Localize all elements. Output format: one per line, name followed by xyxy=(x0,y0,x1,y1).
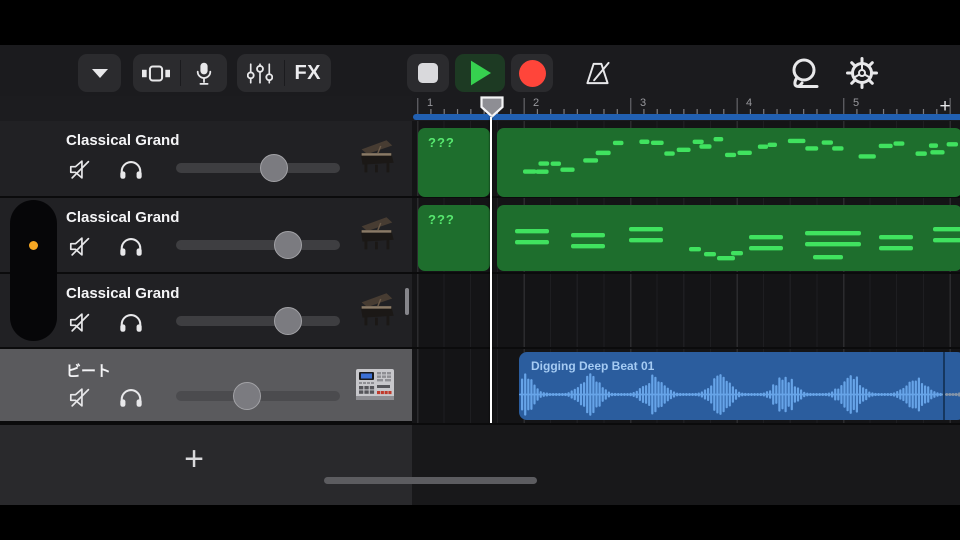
timeline-footer xyxy=(412,423,960,505)
add-track-button[interactable]: + xyxy=(176,440,212,478)
audio-waveform xyxy=(519,373,960,416)
mixer-fx-group: FX xyxy=(237,54,331,92)
level-indicator-dot xyxy=(29,241,38,250)
song-sections-button[interactable] xyxy=(78,54,121,92)
track-name: Classical Grand xyxy=(66,285,180,302)
track-controls-button[interactable] xyxy=(237,54,284,92)
record-button[interactable] xyxy=(511,54,553,92)
fx-button[interactable]: FX xyxy=(284,54,331,92)
mute-button[interactable] xyxy=(66,232,96,260)
view-mode-group xyxy=(133,54,227,92)
metronome-button[interactable] xyxy=(575,54,619,92)
region-loop-joint xyxy=(943,352,945,420)
ruler-bar-number: 3 xyxy=(640,97,647,109)
horizontal-scrollbar[interactable] xyxy=(324,477,537,484)
mute-button[interactable] xyxy=(66,383,96,411)
solo-button[interactable] xyxy=(116,308,146,336)
midi-region-chords[interactable] xyxy=(497,205,960,271)
midi-region-take[interactable]: ??? xyxy=(418,128,490,197)
track-name: Classical Grand xyxy=(66,132,180,149)
chevron-down-icon xyxy=(91,68,108,78)
volume-slider[interactable] xyxy=(176,154,340,182)
volume-slider[interactable] xyxy=(176,231,340,259)
headphones-icon xyxy=(120,388,142,407)
playhead-marker[interactable] xyxy=(480,96,504,118)
play-icon xyxy=(470,60,491,86)
mixer-sliders-icon xyxy=(247,62,274,84)
mute-speaker-icon xyxy=(69,312,90,332)
record-icon xyxy=(518,59,546,87)
region-label: ??? xyxy=(428,212,455,227)
headphones-icon xyxy=(120,313,142,332)
metronome-icon xyxy=(585,61,610,84)
mute-button[interactable] xyxy=(66,308,96,336)
vertical-scrollbar[interactable] xyxy=(405,288,409,315)
track-header-3[interactable]: Classical Grand xyxy=(0,274,412,349)
loop-browser-button[interactable] xyxy=(781,54,825,92)
headphones-icon xyxy=(120,160,142,179)
volume-slider[interactable] xyxy=(176,307,340,335)
row-separator xyxy=(412,347,960,349)
play-button[interactable] xyxy=(455,54,505,92)
midi-notes xyxy=(523,137,959,174)
tracks-view-icon xyxy=(142,64,171,82)
ruler-bar-number: 2 xyxy=(533,97,540,109)
track-drag-handle[interactable] xyxy=(10,200,57,341)
grand-piano-icon[interactable] xyxy=(352,286,398,334)
volume-knob[interactable] xyxy=(232,382,261,410)
microphone-icon xyxy=(196,62,211,85)
audio-region-digging-deep-beat[interactable]: Digging Deep Beat 01 xyxy=(519,352,960,420)
solo-button[interactable] xyxy=(116,232,146,260)
midi-region-melody[interactable] xyxy=(497,128,960,197)
ruler-bar-number: 1 xyxy=(427,97,434,109)
mute-speaker-icon xyxy=(69,236,90,256)
headphones-icon xyxy=(120,237,142,256)
volume-knob[interactable] xyxy=(260,154,289,182)
fx-label: FX xyxy=(294,61,322,84)
midi-notes xyxy=(515,227,960,261)
region-label: ??? xyxy=(428,135,455,150)
garageband-tracks-view: FX 1 2 3 4 5 + ??? ??? Digging Deep Beat… xyxy=(0,0,960,540)
tracks-view-button[interactable] xyxy=(133,54,180,92)
track-header-4[interactable]: ビート xyxy=(0,349,412,423)
mute-button[interactable] xyxy=(66,155,96,183)
ruler-bar-number: 4 xyxy=(746,97,753,109)
header-ruler-band xyxy=(0,96,412,121)
timeline-area[interactable]: ??? ??? Digging Deep Beat 01 xyxy=(412,121,960,423)
toolbar: FX xyxy=(0,45,960,97)
track-name: Classical Grand xyxy=(66,209,180,226)
drum-machine-icon[interactable] xyxy=(352,361,398,409)
ruler-bar-number: 5 xyxy=(853,97,860,109)
midi-region-take[interactable]: ??? xyxy=(418,205,490,271)
settings-button[interactable] xyxy=(840,54,884,92)
row-separator xyxy=(412,272,960,274)
mute-speaker-icon xyxy=(69,159,90,179)
track-header-1[interactable]: Classical Grand xyxy=(0,121,412,198)
grand-piano-icon[interactable] xyxy=(352,210,398,258)
volume-slider[interactable] xyxy=(176,382,340,410)
mute-speaker-icon xyxy=(69,387,90,407)
loop-browser-icon xyxy=(792,58,819,88)
grand-piano-icon[interactable] xyxy=(352,133,398,181)
record-input-button[interactable] xyxy=(180,54,227,92)
gear-icon xyxy=(846,57,878,89)
volume-knob[interactable] xyxy=(273,307,302,335)
track-header-2[interactable]: Classical Grand xyxy=(0,198,412,274)
playhead-line xyxy=(490,117,493,423)
stop-button[interactable] xyxy=(407,54,449,92)
track-name: ビート xyxy=(66,363,112,380)
stop-icon xyxy=(418,63,438,83)
solo-button[interactable] xyxy=(116,383,146,411)
solo-button[interactable] xyxy=(116,155,146,183)
volume-knob[interactable] xyxy=(273,231,302,259)
